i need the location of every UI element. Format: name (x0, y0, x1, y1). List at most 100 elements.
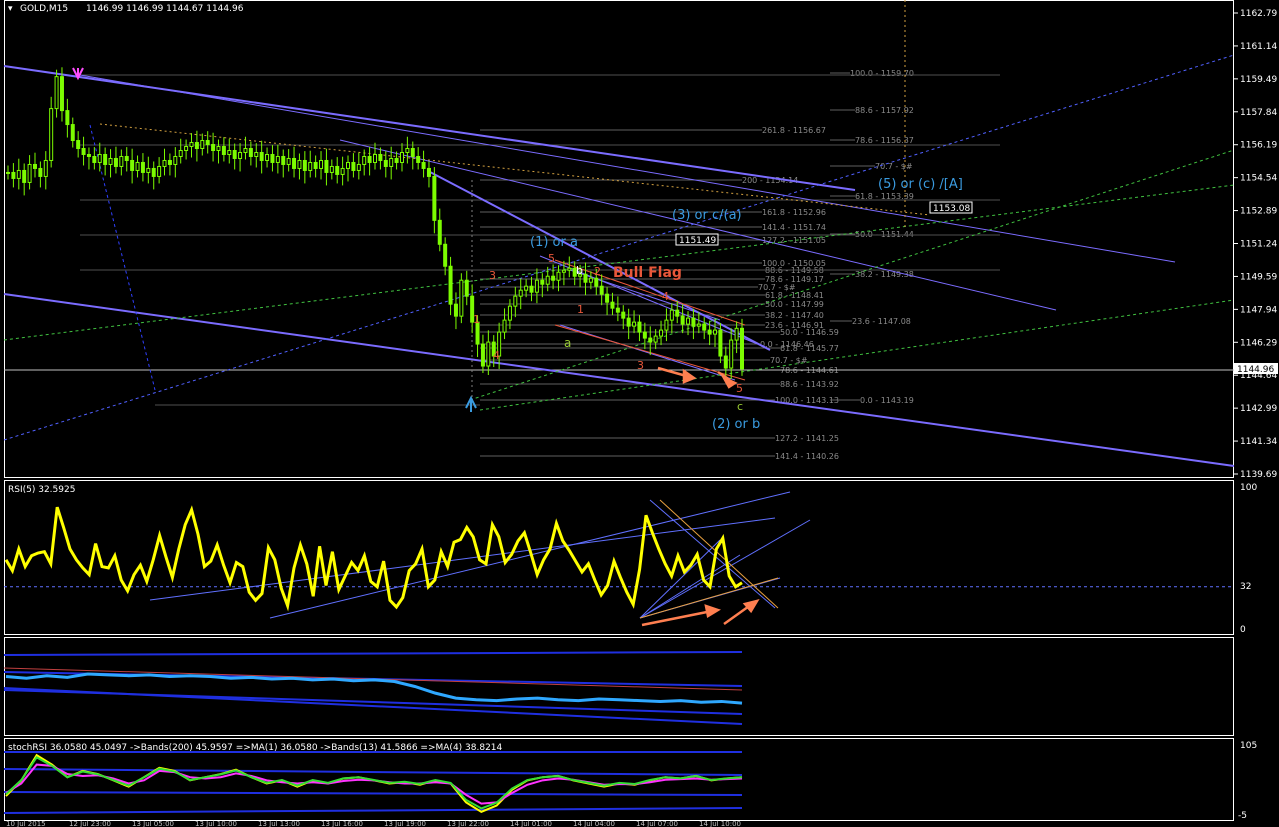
candle-body (734, 327, 739, 341)
candle-body (286, 157, 291, 165)
price-tick-label: 1151.24 (1240, 240, 1277, 250)
count-label-5b: 5 (736, 382, 743, 395)
count-label-a: a (564, 336, 571, 350)
candle-body (383, 159, 388, 167)
candle-body (583, 273, 588, 283)
candle-body (421, 161, 426, 169)
rsi-trendline (649, 499, 776, 609)
candle-body (545, 275, 550, 285)
candle-body (524, 285, 529, 291)
candle-body (157, 165, 162, 177)
candle-body (65, 110, 70, 126)
arrow-rsi-1-head-icon (704, 604, 721, 618)
candle-body (124, 155, 129, 161)
candle-body (108, 157, 113, 165)
candle-body (416, 155, 421, 163)
candle-body (556, 271, 561, 281)
candle-body (243, 148, 248, 153)
rsi-title: RSI(5) 32.5925 (8, 485, 75, 495)
candle-body (59, 76, 64, 112)
price-tick-label: 1147.94 (1240, 305, 1277, 315)
stoch-band (3, 768, 743, 776)
stochrsi-pane (3, 751, 743, 814)
time-tick-label: 14 Jul 10:00 (699, 820, 741, 827)
candle-body (540, 279, 545, 285)
stoch-band (3, 807, 743, 814)
fib-label: 61.8 - 1145.77 (780, 344, 839, 353)
price-tick-label: 1149.59 (1240, 272, 1277, 282)
symbol-label: GOLD,M15 (20, 4, 68, 14)
trendline (3, 293, 1235, 467)
fib-label: 100.0 - 1159.70 (850, 69, 914, 78)
header-icon: ▾ (8, 4, 13, 14)
price-tick-label: 1159.49 (1240, 75, 1277, 85)
candle-body (178, 150, 183, 157)
time-tick-label: 10 Jul 2015 (6, 820, 46, 827)
candle-body (480, 343, 485, 367)
resistance-line (99, 123, 931, 216)
fib-label: 141.4 - 1151.74 (762, 223, 826, 232)
candle-body (92, 155, 97, 163)
bottom-marker-icon (465, 395, 477, 412)
candle-body (221, 146, 226, 155)
rsi-trendline (149, 517, 776, 601)
candle-body (265, 153, 270, 161)
price-box-1151-label: 1151.49 (679, 236, 716, 246)
candle-body (529, 285, 534, 293)
candle-body (637, 321, 642, 333)
candle-body (248, 148, 253, 157)
rsi-tick-32: 32 (1240, 582, 1251, 592)
candle-body (410, 148, 415, 157)
candle-body (610, 301, 615, 309)
fib-label: 88.6 - 1143.92 (780, 380, 839, 389)
candle-body (373, 153, 377, 163)
candle-body (270, 153, 275, 163)
candle-body (507, 305, 512, 321)
fib-label: 61.8 - 1148.41 (765, 291, 824, 300)
rsi-line (4, 505, 743, 612)
wave-label-5c: (5) or (c) /[A] (878, 177, 963, 192)
rsi-tick-100: 100 (1240, 483, 1257, 493)
osc-band (3, 689, 743, 715)
candle-body (659, 329, 664, 337)
candle-body (335, 165, 340, 175)
candle-body (308, 161, 313, 171)
candle-body (642, 331, 647, 339)
last-price-label: 1144.96 (1237, 365, 1274, 375)
price-tick-label: 1139.69 (1240, 470, 1277, 480)
stoch-tick-m5: -5 (1238, 811, 1247, 821)
fib-label: 0.0 - 1143.19 (860, 396, 914, 405)
price-tick-label: 1162.79 (1240, 9, 1277, 19)
price-tick-label: 1154.54 (1240, 174, 1277, 184)
stochrsi-title: stochRSI 36.0580 45.0497 ->Bands(200) 45… (8, 743, 503, 753)
price-tick-label: 1156.19 (1240, 141, 1277, 151)
time-tick-label: 13 Jul 22:00 (447, 820, 489, 827)
candle-body (432, 175, 437, 221)
candle-body (561, 269, 566, 273)
candle-body (70, 124, 75, 142)
channel-line (3, 54, 1235, 441)
candle-body (534, 279, 539, 293)
wave-label-3c: (3) or c/(a) (672, 208, 742, 223)
candle-body (675, 309, 680, 317)
candle-body (292, 157, 297, 169)
candle-body (11, 171, 16, 179)
candle-body (200, 140, 205, 150)
candle-body (227, 150, 232, 155)
candle-body (356, 163, 361, 171)
fib-label: 127.2 - 1141.25 (775, 434, 839, 443)
candle-body (275, 155, 280, 163)
price-tick-label: 1157.84 (1240, 108, 1277, 118)
oscillator-pane (3, 651, 743, 725)
candle-body (605, 293, 610, 303)
candle-body (394, 157, 399, 163)
candle-body (86, 153, 91, 157)
candle-body (426, 167, 431, 177)
candle-body (686, 317, 691, 325)
candle-body (448, 265, 453, 305)
candle-body (259, 151, 264, 161)
candle-body (567, 267, 572, 271)
candle-body (551, 275, 556, 281)
candle-body (718, 329, 723, 357)
candle-body (232, 150, 237, 159)
